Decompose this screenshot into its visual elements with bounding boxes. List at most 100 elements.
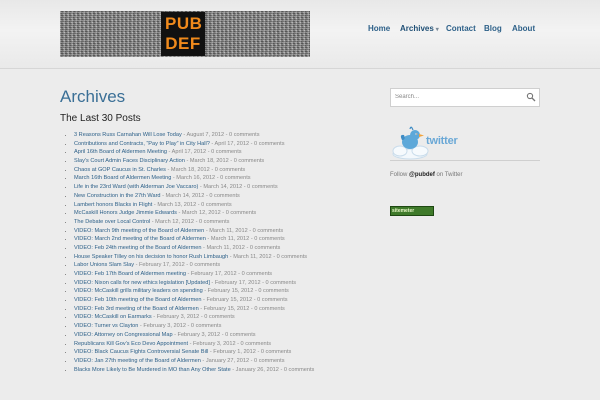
- post-title-link[interactable]: VIDEO: Turner vs Clayton: [74, 323, 138, 329]
- post-meta: - February 3, 2012 - 0 comments: [138, 323, 222, 330]
- post-list-item: VIDEO: Feb 24th meeting of the Board of …: [74, 244, 374, 253]
- post-title-link[interactable]: McCaskill Honors Judge Jimmie Edwards: [74, 210, 177, 216]
- post-title-link[interactable]: The Debate over Local Control: [74, 219, 150, 225]
- post-list-item: Republicans Kill Gov’s Eco Devo Appointm…: [74, 340, 374, 349]
- post-list-item: VIDEO: Feb 3rd meeting of the Board of A…: [74, 305, 374, 314]
- post-list-item: Contributions and Contracts, “Pay to Pla…: [74, 140, 374, 149]
- post-title-link[interactable]: VIDEO: Jan 27th meeting of the Board of …: [74, 358, 201, 364]
- post-meta: - February 15, 2012 - 0 comments: [202, 288, 289, 295]
- post-list-item: VIDEO: McCaskill on Earmarks - February …: [74, 313, 374, 322]
- chevron-down-icon: ▾: [435, 27, 439, 33]
- post-title-link[interactable]: April 16th Board of Aldermen Meeting: [74, 149, 167, 155]
- post-title-link[interactable]: VIDEO: Feb 17th Board of Aldermen meetin…: [74, 271, 186, 277]
- twitter-handle-link[interactable]: @pubdef: [409, 172, 435, 178]
- post-meta: - April 17, 2012 - 0 comments: [209, 140, 285, 147]
- sidebar-divider: [390, 160, 540, 161]
- nav-contact[interactable]: Contact: [446, 24, 476, 33]
- post-title-link[interactable]: Labor Unions Slam Slay: [74, 262, 134, 268]
- post-title-link[interactable]: VIDEO: March 9th meeting of the Board of…: [74, 228, 204, 234]
- search-icon[interactable]: [526, 92, 536, 102]
- post-title-link[interactable]: 3 Reasons Russ Carnahan Will Lose Today: [74, 132, 182, 138]
- post-meta: - March 14, 2012 - 0 comments: [198, 184, 278, 191]
- twitter-wordmark: twitter: [426, 135, 458, 147]
- nav-archives-label: Archives: [400, 24, 434, 33]
- post-meta: - March 11, 2012 - 0 comments: [204, 227, 284, 234]
- post-list-item: VIDEO: Turner vs Clayton - February 3, 2…: [74, 322, 374, 331]
- post-title-link[interactable]: Life in the 23rd Ward (with Alderman Joe…: [74, 184, 198, 190]
- post-list-item: March 16th Board of Aldermen Meeting - M…: [74, 174, 374, 183]
- pubdef-logo[interactable]: PUB DEF: [161, 12, 205, 56]
- post-title-link[interactable]: Lambert honors Blacks in Flight: [74, 202, 152, 208]
- post-title-link[interactable]: VIDEO: McCaskill on Earmarks: [74, 314, 152, 320]
- twitter-follow-line: Follow @pubdef on Twitter: [390, 172, 462, 178]
- post-title-link[interactable]: March 16th Board of Aldermen Meeting: [74, 175, 171, 181]
- nav-home[interactable]: Home: [368, 24, 390, 33]
- post-title-link[interactable]: VIDEO: Black Caucus Fights Controversial…: [74, 349, 208, 355]
- page-title: Archives: [60, 87, 126, 106]
- post-meta: - February 1, 2012 - 0 comments: [208, 349, 292, 356]
- post-meta: - March 11, 2012 - 0 comments: [201, 244, 281, 251]
- post-list-item: 3 Reasons Russ Carnahan Will Lose Today …: [74, 131, 374, 140]
- post-list-item: Life in the 23rd Ward (with Alderman Joe…: [74, 183, 374, 192]
- follow-suffix: on Twitter: [434, 172, 463, 178]
- site-logo-banner[interactable]: PUB DEF: [60, 11, 310, 57]
- post-meta: - February 3, 2012 - 0 comments: [151, 314, 235, 321]
- post-meta: - January 27, 2012 - 0 comments: [200, 357, 285, 364]
- post-title-link[interactable]: Contributions and Contracts, “Pay to Pla…: [74, 141, 210, 147]
- post-title-link[interactable]: Chaos at GOP Caucus in St. Charles: [74, 167, 166, 173]
- post-list-item: McCaskill Honors Judge Jimmie Edwards - …: [74, 209, 374, 218]
- post-title-link[interactable]: Republicans Kill Gov’s Eco Devo Appointm…: [74, 341, 188, 347]
- post-list-item: VIDEO: Feb 10th meeting of the Board of …: [74, 296, 374, 305]
- post-meta: - February 17, 2012 - 0 comments: [134, 262, 221, 269]
- post-meta: - March 18, 2012 - 0 comments: [165, 166, 246, 173]
- nav-about[interactable]: About: [512, 24, 535, 33]
- post-list-item: The Debate over Local Control - March 12…: [74, 218, 374, 227]
- search-box: [390, 88, 540, 107]
- nav-blog[interactable]: Blog: [484, 24, 502, 33]
- post-meta: - January 26, 2012 - 0 comments: [230, 366, 315, 373]
- post-meta: - February 17, 2012 - 0 comments: [209, 279, 296, 286]
- post-list-item: VIDEO: Feb 17th Board of Aldermen meetin…: [74, 270, 374, 279]
- post-list-item: VIDEO: McCaskill grills military leaders…: [74, 287, 374, 296]
- post-meta: - March 11, 2012 - 0 comments: [228, 253, 308, 260]
- post-title-link[interactable]: New Construction in the 27th Ward: [74, 193, 161, 199]
- twitter-badge[interactable]: twitter: [390, 121, 470, 161]
- post-list-item: Slay’s Court Admin Faces Disciplinary Ac…: [74, 157, 374, 166]
- post-meta: - March 14, 2012 - 0 comments: [160, 192, 240, 199]
- post-meta: - February 17, 2012 - 0 comments: [185, 271, 273, 277]
- logo-line-1: PUB: [165, 14, 203, 33]
- site-header: PUB DEF Home Archives ▾ Contact Blog Abou…: [0, 0, 600, 69]
- post-list-item: April 16th Board of Aldermen Meeting - A…: [74, 148, 374, 157]
- post-meta: - April 17, 2012 - 0 comments: [166, 149, 242, 156]
- post-title-link[interactable]: VIDEO: March 2nd meeting of the Board of…: [74, 236, 206, 242]
- post-list-item: VIDEO: March 2nd meeting of the Board of…: [74, 235, 374, 244]
- search-input[interactable]: [395, 92, 515, 102]
- post-meta: - March 12, 2012 - 0 comments: [150, 218, 230, 225]
- post-title-link[interactable]: VIDEO: Attorney on Congressional Map: [74, 332, 173, 338]
- post-title-link[interactable]: VIDEO: Nixon calls for new ethics legisl…: [74, 280, 210, 286]
- post-list-item: VIDEO: March 9th meeting of the Board of…: [74, 227, 374, 236]
- post-meta: - February 3, 2012 - 0 comments: [188, 340, 272, 347]
- post-title-link[interactable]: VIDEO: Feb 24th meeting of the Board of …: [74, 245, 201, 251]
- post-list-item: Lambert honors Blacks in Flight - March …: [74, 201, 374, 210]
- post-list-item: New Construction in the 27th Ward - Marc…: [74, 192, 374, 201]
- nav-archives[interactable]: Archives ▾: [400, 24, 439, 33]
- post-title-link[interactable]: Slay’s Court Admin Faces Disciplinary Ac…: [74, 158, 185, 164]
- post-title-link[interactable]: VIDEO: Feb 10th meeting of the Board of …: [74, 297, 201, 303]
- post-meta: - March 16, 2012 - 0 comments: [171, 175, 251, 182]
- sitemeter-label: sitemeter: [392, 208, 415, 214]
- follow-prefix: Follow: [390, 172, 410, 178]
- post-list-item: Blacks More Likely to Be Murdered in MO …: [74, 366, 374, 375]
- post-meta: - March 13, 2012 - 0 comments: [152, 201, 232, 208]
- post-list-item: House Speaker Tilley on his decision to …: [74, 253, 374, 262]
- post-title-link[interactable]: House Speaker Tilley on his decision to …: [74, 254, 228, 260]
- post-meta: - March 11, 2012 - 0 comments: [205, 236, 285, 243]
- post-title-link[interactable]: VIDEO: Feb 3rd meeting of the Board of A…: [74, 306, 199, 312]
- post-title-link[interactable]: VIDEO: McCaskill grills military leaders…: [74, 288, 203, 294]
- post-list-item: VIDEO: Black Caucus Fights Controversial…: [74, 348, 374, 357]
- post-title-link[interactable]: Blacks More Likely to Be Murdered in MO …: [74, 367, 231, 373]
- post-meta: - February 3, 2012 - 0 comments: [172, 331, 256, 338]
- recent-posts-list: 3 Reasons Russ Carnahan Will Lose Today …: [64, 131, 374, 374]
- sitemeter-badge[interactable]: sitemeter: [390, 206, 434, 216]
- post-meta: - February 15, 2012 - 0 comments: [201, 297, 288, 304]
